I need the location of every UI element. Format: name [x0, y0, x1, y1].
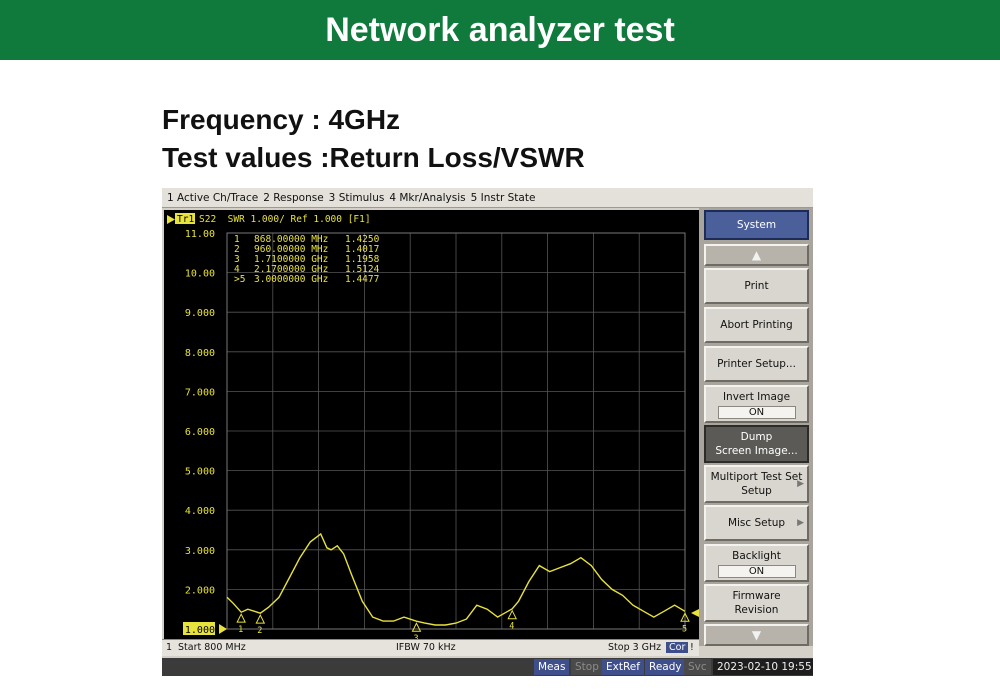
menu-item-stimulus[interactable]: 3 Stimulus	[329, 192, 390, 204]
backlight-toggle[interactable]: Backlight ON	[704, 544, 809, 582]
invert-image-toggle[interactable]: Invert Image ON	[704, 385, 809, 423]
menu-item-active-ch-trace[interactable]: 1 Active Ch/Trace	[167, 192, 263, 204]
marker-number-label: 2	[257, 626, 262, 636]
y-tick-label: 10.00	[185, 269, 215, 280]
plot-grid	[226, 232, 686, 630]
marker-readout-value: 1.4477	[345, 274, 379, 285]
print-button[interactable]: Print	[704, 268, 809, 304]
marker-number-label: 5	[682, 624, 687, 634]
banner-title: Network analyzer test	[325, 10, 675, 49]
dump-label-line2: Screen Image...	[715, 445, 798, 457]
menu-item-mkr-analysis[interactable]: 4 Mkr/Analysis	[389, 192, 470, 204]
firmware-label-line2: Revision	[734, 604, 779, 616]
frequency-label: Frequency : 4GHz	[162, 104, 401, 135]
measurement-screen: Tr1 S22 SWR 1.000/ Ref 1.000 [F1] 11.00 1…	[164, 210, 699, 639]
invert-image-value: ON	[717, 405, 796, 419]
submenu-arrow-icon: ▶	[797, 518, 804, 528]
multiport-label-line2: Setup	[741, 485, 772, 497]
network-analyzer-window: 1 Active Ch/Trace 2 Response 3 Stimulus …	[162, 188, 813, 676]
abort-printing-button[interactable]: Abort Printing	[704, 307, 809, 343]
channel-status-bar: 1 Start 800 MHz IFBW 70 kHz Stop 3 GHz C…	[162, 639, 699, 656]
menu-bar: 1 Active Ch/Trace 2 Response 3 Stimulus …	[162, 188, 813, 208]
print-label: Print	[744, 280, 769, 292]
firmware-label-line1: Firmware	[732, 590, 781, 602]
printer-setup-button[interactable]: Printer Setup...	[704, 346, 809, 382]
y-tick-label: 4.000	[185, 506, 215, 517]
y-tick-label: 8.000	[185, 348, 215, 359]
dump-screen-image-button[interactable]: Dump Screen Image...	[704, 425, 809, 463]
start-frequency[interactable]: Start 800 MHz	[178, 642, 246, 653]
ifbw-value[interactable]: IFBW 70 kHz	[396, 642, 456, 653]
extref-indicator: ExtRef	[602, 659, 644, 675]
invert-image-label: Invert Image	[722, 390, 791, 403]
scroll-up-button[interactable]: ▲	[704, 244, 809, 266]
marker-triangle-icon	[236, 613, 246, 623]
marker-readout-frequency: 3.0000000 GHz	[254, 274, 328, 285]
multiport-label-line1: Multiport Test Set	[710, 471, 803, 483]
y-tick-label: 6.000	[185, 427, 215, 438]
printer-setup-label: Printer Setup...	[717, 358, 796, 370]
menu-item-response[interactable]: 2 Response	[263, 192, 328, 204]
y-tick-label: 9.000	[185, 308, 215, 319]
warning-indicator: !	[690, 642, 694, 653]
reference-right-arrow-icon	[691, 609, 699, 617]
misc-setup-label: Misc Setup	[727, 517, 786, 529]
marker-number-label: 4	[509, 622, 514, 632]
backlight-value: ON	[717, 564, 796, 578]
y-tick-label: 5.000	[185, 467, 215, 478]
scroll-down-button[interactable]: ▼	[704, 624, 809, 646]
y-tick-label: 2.000	[185, 585, 215, 596]
reference-left-arrow-icon	[219, 624, 227, 634]
y-axis-ticks: 11.00 10.00 9.000 8.000 7.000 6.000 5.000 4.000…	[183, 229, 227, 636]
y-tick-label: 11.00	[185, 229, 215, 240]
y-tick-label: 7.000	[185, 387, 215, 398]
active-trace-indicator-icon	[167, 215, 175, 224]
date-time: 2023-02-10 19:55	[713, 659, 813, 675]
channel-number: 1	[166, 642, 173, 653]
marker-triangle-icon	[507, 609, 518, 620]
submenu-arrow-icon: ▶	[797, 479, 804, 489]
triangle-up-icon: ▲	[751, 248, 762, 262]
misc-setup-button[interactable]: Misc Setup ▶	[704, 505, 809, 541]
softkey-title-label: System	[736, 219, 777, 231]
trace-header-text: S22 SWR 1.000/ Ref 1.000 [F1]	[199, 214, 371, 225]
menu-item-instr-state[interactable]: 5 Instr State	[471, 192, 541, 204]
marker-readout-number: >5	[234, 274, 245, 285]
backlight-label: Backlight	[732, 549, 781, 562]
triangle-down-icon: ▼	[751, 628, 762, 642]
ready-indicator: Ready	[645, 659, 686, 675]
marker-triangle-icon	[255, 613, 266, 624]
dump-label-line1: Dump	[740, 431, 773, 443]
trace-tag: Tr1	[177, 214, 194, 225]
meas-indicator: Meas	[534, 659, 570, 675]
marker-glyphs: 12345	[236, 609, 690, 639]
softkey-panel: System ▲ Print Abort Printing Printer Se…	[699, 208, 813, 646]
stop-frequency[interactable]: Stop 3 GHz	[608, 642, 661, 653]
y-tick-label: 3.000	[185, 546, 215, 557]
test-values-label: Test values :Return Loss/VSWR	[162, 142, 585, 173]
marker-triangle-icon	[411, 622, 422, 632]
y-tick-label: 1.000	[185, 625, 215, 636]
marker-number-label: 1	[238, 625, 243, 635]
svc-indicator: Svc	[684, 659, 711, 675]
multiport-test-set-setup-button[interactable]: Multiport Test Set Setup ▶	[704, 465, 809, 503]
softkey-title-system: System	[704, 210, 809, 240]
swr-plot: Tr1 S22 SWR 1.000/ Ref 1.000 [F1] 11.001…	[167, 213, 699, 639]
correction-badge: Cor	[666, 642, 689, 653]
page-banner: Network analyzer test	[0, 0, 1000, 60]
stop-indicator: Stop	[571, 659, 603, 675]
abort-printing-label: Abort Printing	[720, 319, 793, 331]
instrument-status-bar: Meas Stop ExtRef Ready Svc 2023-02-10 19…	[162, 658, 813, 676]
marker-readout-table: 1 868.00000 MHz 1.42502 960.00000 MHz 1.4017…	[234, 234, 380, 285]
firmware-revision-button[interactable]: Firmware Revision	[704, 584, 809, 622]
